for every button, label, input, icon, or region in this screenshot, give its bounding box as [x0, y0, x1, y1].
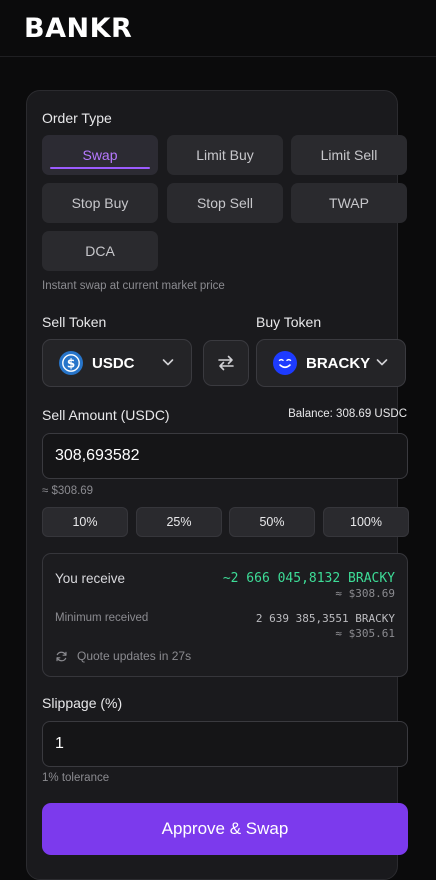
sell-token-label: Sell Token: [42, 314, 107, 330]
refresh-icon: [56, 651, 67, 662]
chevron-down-icon: [376, 359, 388, 366]
sell-token-symbol: USDC: [92, 354, 135, 372]
order-type-dca[interactable]: DCA: [42, 231, 158, 271]
order-type-limit-buy[interactable]: Limit Buy: [167, 135, 283, 175]
slippage-label: Slippage (%): [42, 695, 123, 711]
sell-amount-input[interactable]: 308,693582: [42, 433, 408, 479]
order-type-description: Instant swap at current market price: [42, 280, 225, 292]
minimum-received-amount: 2 639 385,3551 BRACKY: [255, 612, 395, 625]
bracky-logo-icon: [273, 351, 297, 375]
buy-token-label: Buy Token: [256, 314, 322, 330]
sell-amount-label: Sell Amount (USDC): [42, 407, 170, 423]
chevron-down-icon: [162, 359, 174, 366]
receive-amount: ~2 666 045,8132 BRACKY: [222, 571, 395, 586]
approve-swap-button[interactable]: Approve & Swap: [42, 803, 408, 855]
order-type-limit-sell[interactable]: Limit Sell: [291, 135, 407, 175]
minimum-received-label: Minimum received: [55, 612, 149, 624]
buy-token-selector[interactable]: BRACKY: [256, 339, 406, 387]
balance-text: Balance: 308.69 USDC: [288, 408, 407, 420]
usdc-logo-icon: $: [59, 351, 83, 375]
receive-usd: ≈ $308.69: [335, 587, 395, 600]
svg-text:$: $: [67, 357, 75, 371]
percent-25-button[interactable]: 25%: [136, 507, 222, 537]
brand-logo[interactable]: BANKR: [24, 13, 132, 44]
switch-tokens-button[interactable]: [203, 340, 249, 386]
slippage-input[interactable]: 1: [42, 721, 408, 767]
percent-50-button[interactable]: 50%: [229, 507, 315, 537]
quote-box: You receive ~2 666 045,8132 BRACKY ≈ $30…: [42, 553, 408, 677]
order-type-title: Order Type: [42, 110, 112, 126]
order-type-swap[interactable]: Swap: [42, 135, 158, 175]
swap-arrows-icon: [218, 355, 234, 371]
percent-10-button[interactable]: 10%: [42, 507, 128, 537]
sell-amount-usd: ≈ $308.69: [42, 485, 94, 497]
percent-100-button[interactable]: 100%: [323, 507, 409, 537]
minimum-received-usd: ≈ $305.61: [335, 627, 395, 640]
order-type-stop-sell[interactable]: Stop Sell: [167, 183, 283, 223]
sell-token-selector[interactable]: $ USDC: [42, 339, 192, 387]
order-type-twap[interactable]: TWAP: [291, 183, 407, 223]
buy-token-symbol: BRACKY: [306, 354, 371, 372]
you-receive-label: You receive: [55, 571, 126, 586]
quote-refresh-text: Quote updates in 27s: [77, 649, 192, 663]
slippage-hint: 1% tolerance: [42, 772, 110, 784]
top-bar: BANKR: [0, 0, 436, 57]
order-type-stop-buy[interactable]: Stop Buy: [42, 183, 158, 223]
